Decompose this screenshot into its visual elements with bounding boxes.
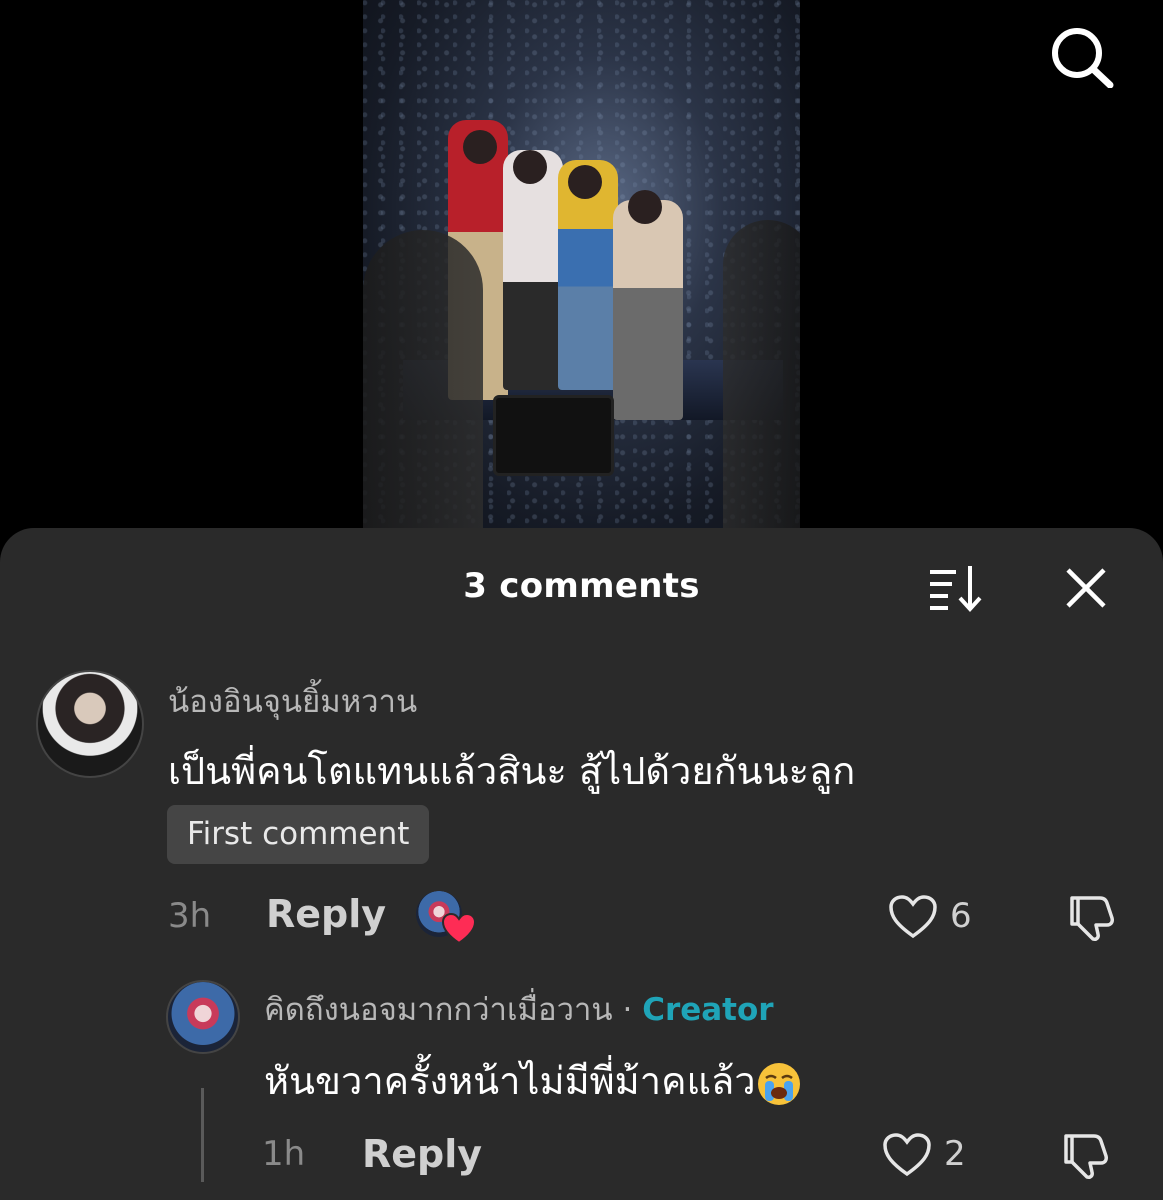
sort-icon[interactable]	[926, 564, 984, 612]
audience-phone	[493, 395, 614, 476]
creator-avatar[interactable]	[166, 980, 240, 1054]
reply-thread-line	[201, 1088, 204, 1182]
dislike-icon[interactable]	[1060, 1130, 1112, 1180]
commenter-avatar[interactable]	[36, 670, 144, 778]
performer-head	[463, 130, 497, 164]
performer	[503, 150, 563, 390]
comment-username[interactable]: น้องอินจุนยิ้มหวาน	[168, 676, 417, 726]
like-count: 2	[944, 1134, 966, 1174]
close-icon[interactable]	[1062, 564, 1110, 612]
heart-icon[interactable]	[888, 894, 938, 940]
like-count: 6	[950, 896, 972, 936]
comment-text: เป็นพี่คนโตแทนแล้วสินะ สู้ไปด้วยกันนะลูก	[168, 749, 856, 793]
comment-timestamp: 1h	[262, 1134, 306, 1174]
comment-username[interactable]: คิดถึงนอจมากกว่าเมื่อวาน · Creator	[264, 984, 774, 1034]
reply-button[interactable]: Reply	[362, 1132, 482, 1176]
performer	[613, 200, 683, 420]
comment-text: หันขวาครั้งหน้าไม่มีพี่ม้าคแล้ว	[264, 1050, 802, 1111]
heart-icon[interactable]	[882, 1132, 932, 1178]
reply-username[interactable]: คิดถึงนอจมากกว่าเมื่อวาน	[264, 992, 613, 1028]
separator-dot: ·	[622, 992, 633, 1028]
dislike-icon[interactable]	[1066, 892, 1118, 942]
performer-head	[513, 150, 547, 184]
search-icon[interactable]	[1048, 26, 1114, 89]
creator-label: Creator	[642, 992, 774, 1028]
comment-timestamp: 3h	[168, 896, 212, 936]
first-comment-badge: First comment	[167, 805, 430, 864]
comments-sheet: 3 comments น้องอินจุนยิ้มหวาน เป็นพี่คนโ…	[0, 528, 1163, 1200]
reply-button[interactable]: Reply	[266, 892, 386, 936]
heart-icon	[441, 912, 477, 945]
comments-count-title: 3 comments	[463, 566, 700, 606]
audience-hand	[723, 220, 800, 530]
performer-head	[568, 165, 602, 199]
audience-hand	[363, 230, 483, 530]
performer-head	[628, 190, 662, 224]
video-player[interactable]	[363, 0, 800, 530]
reply-text: หันขวาครั้งหน้าไม่มีพี่ม้าคแล้ว	[264, 1059, 756, 1103]
crying-face-emoji	[756, 1061, 802, 1107]
